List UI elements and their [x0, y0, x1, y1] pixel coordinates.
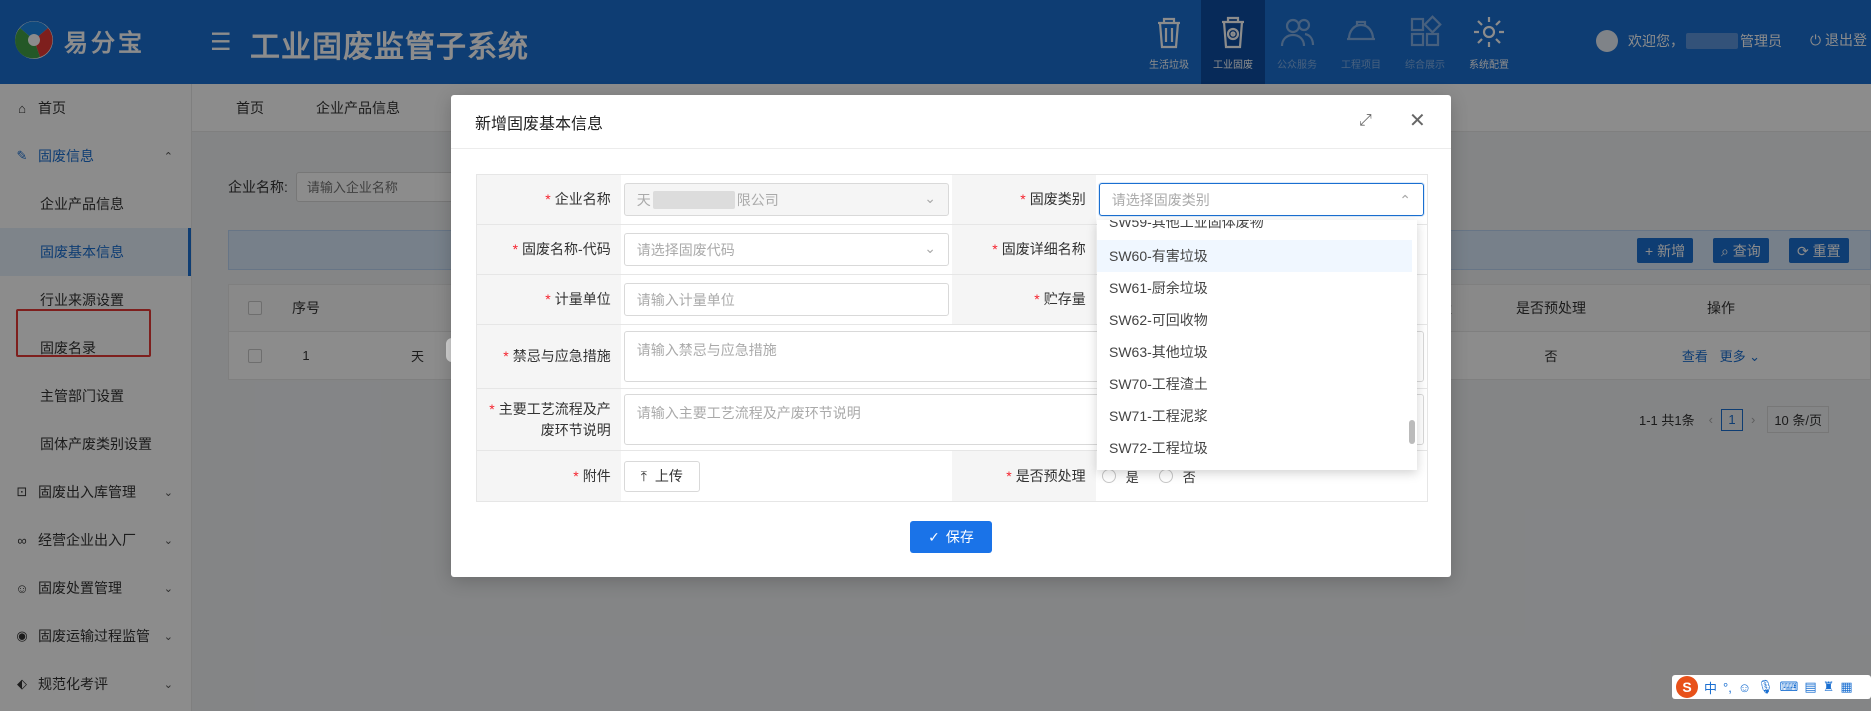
upload-button[interactable]: ⤒ 上传	[623, 460, 700, 492]
attachment-label: 附件	[582, 467, 611, 484]
grid-icon[interactable]: ▦	[1840, 679, 1852, 695]
taboo-placeholder: 请输入禁忌与应急措施	[636, 342, 777, 358]
pretreat-label: 是否预处理	[1015, 467, 1086, 484]
fullscreen-icon[interactable]: ⤢	[1359, 109, 1372, 133]
upload-label: 上传	[654, 468, 683, 484]
chevron-up-icon: ⌃	[1399, 192, 1411, 208]
radio-yes[interactable]	[1101, 469, 1116, 483]
ime-toolbar: S 中 °, ☺ 🎙 ⌨ ▤ ♜ ▦	[1672, 675, 1871, 699]
category-dropdown: SW59-其他工业固体废物 SW60-有害垃圾 SW61-厨余垃圾 SW62-可…	[1097, 220, 1417, 470]
company-select[interactable]: 天 限公司 ⌄	[623, 183, 949, 216]
punctuation-icon[interactable]: °,	[1723, 680, 1732, 695]
company-suffix: 限公司	[736, 191, 779, 208]
keyboard-icon[interactable]: ⌨	[1780, 679, 1799, 695]
shirt-icon[interactable]: ♜	[1823, 679, 1835, 695]
modal-title: 新增固废基本信息	[475, 115, 604, 133]
sogou-logo-icon[interactable]: S	[1676, 676, 1698, 698]
emoji-icon[interactable]: ☺	[1738, 680, 1751, 695]
code-select[interactable]: 请选择固废代码 ⌄	[623, 233, 949, 266]
unit-label: 计量单位	[554, 291, 611, 307]
radio-no[interactable]	[1158, 469, 1173, 483]
code-placeholder: 请选择固废代码	[636, 241, 735, 258]
dropdown-option[interactable]: SW60-有害垃圾	[1097, 240, 1412, 272]
company-redacted	[652, 190, 735, 209]
company-prefix: 天	[636, 191, 651, 208]
category-label: 固废类别	[1029, 191, 1086, 207]
dropdown-option[interactable]: SW62-可回收物	[1097, 304, 1412, 336]
chevron-down-icon: ⌄	[924, 190, 936, 206]
unit-placeholder: 请输入计量单位	[636, 291, 735, 308]
dropdown-option[interactable]: SW70-工程渣土	[1097, 368, 1412, 400]
detail-name-label: 固废详细名称	[1001, 241, 1086, 257]
ime-mode[interactable]: 中	[1704, 678, 1717, 697]
dropdown-scrollbar[interactable]	[1409, 420, 1415, 444]
dropdown-option[interactable]: SW61-厨余垃圾	[1097, 272, 1412, 304]
microphone-icon[interactable]: 🎙	[1757, 679, 1774, 695]
category-placeholder: 请选择固废类别	[1111, 191, 1210, 208]
name-code-label: 固废名称-代码	[522, 241, 611, 257]
form-row: * 企业名称 天 限公司 ⌄ * 固废类别 请选择固废类别 ⌃	[477, 175, 1427, 225]
category-select[interactable]: 请选择固废类别 ⌃	[1098, 183, 1424, 216]
process-label: 主要工艺流程及产废环节说明	[498, 400, 611, 438]
modal-header: 新增固废基本信息 ⤢ ✕	[451, 95, 1451, 149]
dropdown-option[interactable]: SW71-工程泥浆	[1097, 400, 1412, 432]
check-icon: ✓	[928, 528, 940, 545]
save-label: 保存	[945, 529, 974, 545]
storage-label: 贮存量	[1043, 291, 1086, 307]
dropdown-option[interactable]: SW59-其他工业固体废物	[1097, 220, 1412, 238]
dropdown-option[interactable]: SW63-其他垃圾	[1097, 336, 1412, 368]
dropdown-option[interactable]: SW72-工程垃圾	[1097, 432, 1412, 464]
save-button[interactable]: ✓ 保存	[910, 521, 992, 553]
company-label: 企业名称	[554, 191, 611, 207]
process-placeholder: 请输入主要工艺流程及产废环节说明	[636, 405, 861, 421]
skin-icon[interactable]: ▤	[1804, 679, 1816, 695]
chevron-down-icon: ⌄	[924, 240, 936, 256]
taboo-label: 禁忌与应急措施	[512, 348, 611, 364]
unit-input[interactable]: 请输入计量单位	[623, 283, 949, 316]
upload-icon: ⤒	[640, 467, 647, 484]
close-icon[interactable]: ✕	[1409, 109, 1426, 133]
